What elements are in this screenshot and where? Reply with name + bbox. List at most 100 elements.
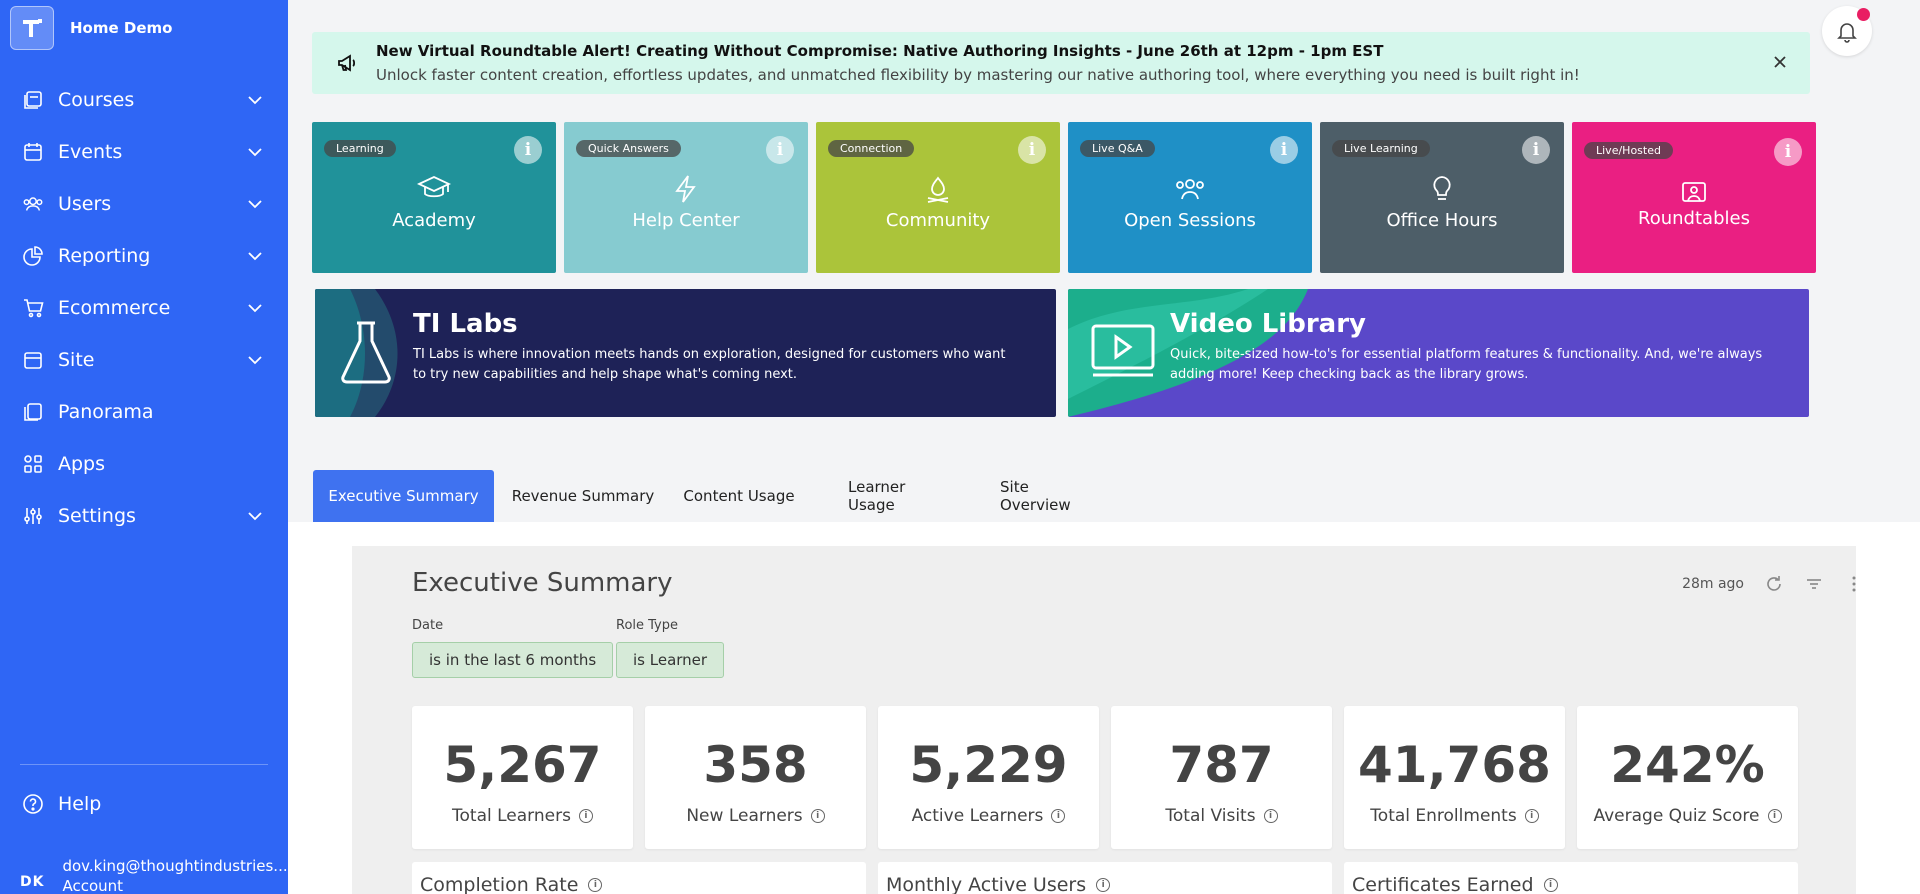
sidebar-item-reporting[interactable]: Reporting (0, 230, 288, 282)
info-icon[interactable]: i (514, 136, 542, 164)
filter-label-date: Date (412, 618, 444, 633)
card-title: Certificates Earned (1352, 874, 1534, 894)
banner-text: Unlock faster content creation, effortle… (376, 66, 1580, 84)
close-icon[interactable] (1770, 52, 1790, 72)
last-updated: 28m ago (1682, 576, 1744, 592)
promo-title: TI Labs (413, 309, 518, 339)
info-icon[interactable]: i (1051, 809, 1066, 823)
sidebar-item-label: Panorama (58, 401, 154, 423)
chevron-down-icon (248, 512, 262, 521)
tile-label: Open Sessions (1124, 210, 1256, 231)
tile-badge: Connection (828, 140, 915, 157)
info-icon[interactable]: i (810, 809, 825, 823)
help-link[interactable]: Help (22, 784, 101, 824)
tile-label: Office Hours (1386, 210, 1498, 231)
brand[interactable]: Home Demo (0, 0, 288, 56)
kpi-label: Total Visits (1165, 806, 1256, 826)
lightning-icon (675, 175, 696, 203)
tile-label: Community (885, 210, 991, 231)
help-label: Help (58, 793, 102, 815)
info-icon[interactable]: i (1263, 809, 1278, 823)
sidebar-item-panorama[interactable]: Panorama (0, 386, 288, 438)
page-title: Executive Summary (412, 568, 673, 598)
roundtable-icon (1682, 182, 1706, 202)
notifications-button[interactable] (1822, 6, 1872, 56)
info-icon[interactable]: i (1018, 136, 1046, 164)
tab-learner-usage[interactable]: Learner Usage (848, 470, 952, 522)
tile-roundtables[interactable]: Live/Hosted i Roundtables (1572, 122, 1816, 273)
sidebar-item-events[interactable]: Events (0, 126, 288, 178)
info-icon[interactable]: i (766, 136, 794, 164)
panorama-icon (22, 401, 44, 423)
people-icon (1176, 179, 1204, 200)
promo-text: Quick, bite-sized how-to's for essential… (1170, 347, 1763, 382)
brand-name: Home Demo (70, 19, 173, 37)
kpi-value: 41,768 (1358, 736, 1551, 794)
filter-label-role-type: Role Type (616, 618, 679, 633)
info-icon[interactable]: i (1774, 138, 1802, 166)
kpi-label: Active Learners (911, 806, 1044, 826)
tile-open-sessions[interactable]: Live Q&A i Open Sessions (1068, 122, 1312, 273)
cart-icon (22, 297, 44, 319)
filter-chip-date[interactable]: is in the last 6 months (412, 642, 614, 678)
info-icon[interactable]: i (578, 809, 593, 823)
promo-text: TI Labs is where innovation meets hands … (413, 347, 1006, 382)
sidebar-item-label: Events (58, 141, 123, 163)
video-play-icon (1091, 324, 1155, 377)
tile-community[interactable]: Connection i Community (816, 122, 1060, 273)
tab-executive-summary[interactable]: Executive Summary (313, 470, 494, 522)
pie-chart-icon (22, 245, 44, 267)
notification-dot (1857, 8, 1870, 21)
info-icon[interactable]: i (1767, 809, 1782, 823)
tab-content-usage[interactable]: Content Usage (682, 470, 796, 522)
promo-ti-labs[interactable]: TI Labs TI Labs is where innovation meet… (315, 289, 1056, 417)
refresh-icon[interactable] (1764, 574, 1784, 594)
user-account[interactable]: DK dov.king@thoughtindustries... Account (20, 856, 288, 894)
tab-site-overview[interactable]: Site Overview (1000, 470, 1102, 522)
logo (10, 6, 54, 50)
filter-icon[interactable] (1804, 574, 1824, 594)
sidebar-item-users[interactable]: Users (0, 178, 288, 230)
kpi-label: New Learners (686, 806, 803, 826)
info-icon[interactable]: i (1270, 136, 1298, 164)
sidebar-item-settings[interactable]: Settings (0, 490, 288, 542)
kpi-value: 358 (703, 736, 808, 794)
info-icon[interactable]: i (588, 878, 603, 892)
avatar: DK (20, 874, 45, 890)
site-icon (22, 349, 44, 371)
graduation-cap-icon (417, 176, 451, 198)
tile-badge: Learning (324, 140, 396, 157)
info-icon[interactable]: i (1524, 809, 1539, 823)
sidebar-item-ecommerce[interactable]: Ecommerce (0, 282, 288, 334)
sidebar-item-courses[interactable]: Courses (0, 74, 288, 126)
tile-help-center[interactable]: Quick Answers i Help Center (564, 122, 808, 273)
tile-academy[interactable]: Learning i Academy (312, 122, 556, 273)
megaphone-icon (336, 52, 358, 78)
sidebar-item-label: Site (58, 349, 95, 371)
dashboard-tabs: Executive Summary Revenue Summary Conten… (288, 470, 1920, 522)
tile-office-hours[interactable]: Live Learning i Office Hours (1320, 122, 1564, 273)
sidebar-item-apps[interactable]: Apps (0, 438, 288, 490)
kpi-card-total-enrollments: 41,768 Total Enrollments i (1344, 706, 1565, 849)
more-options-icon[interactable] (1844, 574, 1864, 594)
chart-cards-row: Completion Rate i Monthly Active Users i C… (412, 862, 1798, 894)
kpi-card-total-learners: 5,267 Total Learners i (412, 706, 633, 849)
kpi-card-total-visits: 787 Total Visits i (1111, 706, 1332, 849)
flask-icon (341, 321, 391, 384)
info-icon[interactable]: i (1096, 878, 1111, 892)
sidebar-item-site[interactable]: Site (0, 334, 288, 386)
promo-video-library[interactable]: Video Library Quick, bite-sized how-to's… (1068, 289, 1809, 417)
filter-chip-role-type[interactable]: is Learner (616, 642, 725, 678)
tile-label: Help Center (632, 210, 740, 231)
info-icon[interactable]: i (1543, 878, 1558, 892)
kpi-card-average-quiz-score: 242% Average Quiz Score i (1577, 706, 1798, 849)
promo-title: Video Library (1170, 309, 1366, 339)
tile-label: Academy (392, 210, 476, 231)
tab-revenue-summary[interactable]: Revenue Summary (508, 470, 658, 522)
banner-title: New Virtual Roundtable Alert! Creating W… (376, 42, 1384, 60)
calendar-icon (22, 141, 44, 163)
sidebar-item-label: Users (58, 193, 112, 215)
sidebar-divider (20, 764, 268, 765)
info-icon[interactable]: i (1522, 136, 1550, 164)
kpi-value: 5,267 (443, 736, 602, 794)
